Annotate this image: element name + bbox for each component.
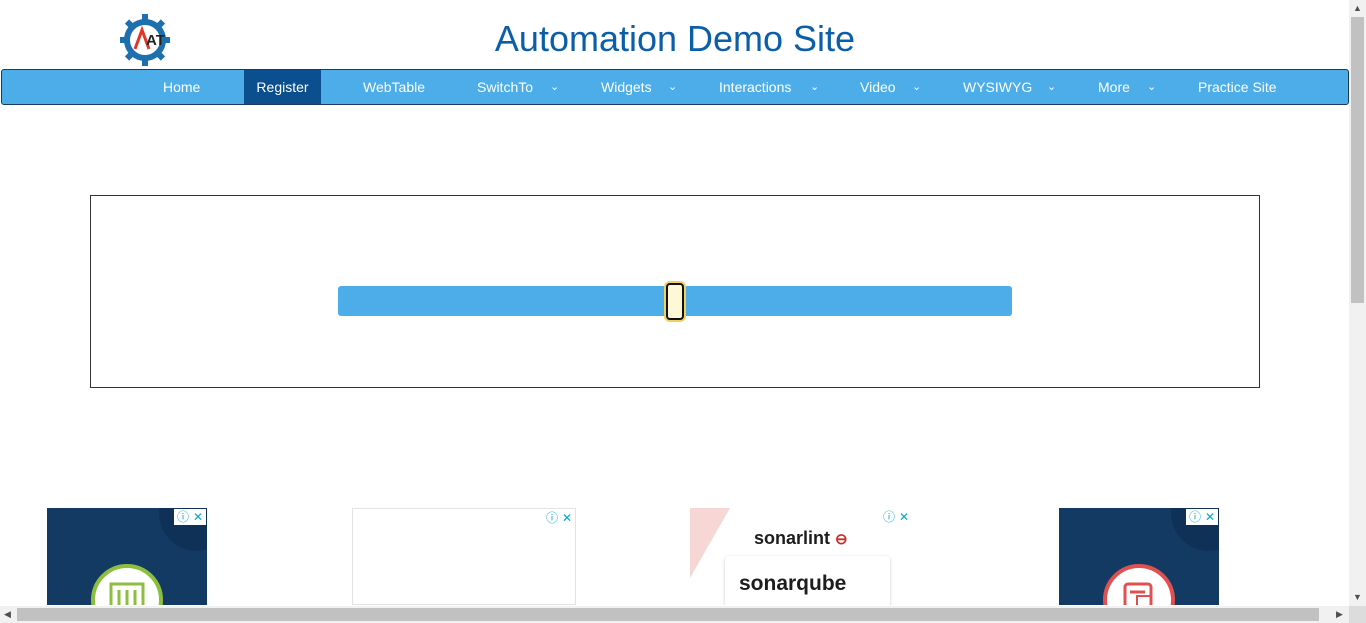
- scroll-down-icon[interactable]: ▼: [1353, 592, 1362, 602]
- nav-item-label: Practice Site: [1198, 79, 1277, 95]
- sonarlint-icon: ⊖: [835, 531, 848, 548]
- chevron-down-icon: ⌄: [912, 81, 922, 93]
- ad-controls: ⓘ ✕: [174, 509, 206, 525]
- nav-item-label: WebTable: [363, 79, 426, 95]
- slider-container: [90, 195, 1260, 388]
- close-icon[interactable]: ✕: [1205, 510, 1215, 524]
- sonarqube-brand: sonarqube: [739, 572, 847, 595]
- main-navbar: Home Register WebTable SwitchTo ⌄ Widget…: [1, 69, 1349, 105]
- page-title: Automation Demo Site: [494, 18, 856, 59]
- nav-item-label: SwitchTo: [477, 79, 534, 95]
- chevron-down-icon: ⌄: [1047, 81, 1057, 93]
- nav-item-label: Home: [163, 79, 201, 95]
- nav-item-webtable[interactable]: WebTable: [363, 70, 425, 104]
- scroll-up-icon[interactable]: ▲: [1353, 3, 1362, 13]
- vertical-scrollbar[interactable]: ▲ ▼: [1349, 0, 1366, 606]
- ad-controls: ⓘ ✕: [880, 509, 912, 525]
- chevron-down-icon: ⌄: [1147, 81, 1157, 93]
- nav-item-interactions[interactable]: Interactions ⌄: [719, 70, 824, 104]
- horizontal-scroll-thumb[interactable]: [17, 608, 1319, 621]
- nav-item-label: Interactions: [719, 79, 792, 95]
- nav-item-widgets[interactable]: Widgets ⌄: [601, 70, 681, 104]
- sonarlint-brand: sonarlint ⊖: [754, 528, 848, 548]
- info-icon[interactable]: ⓘ: [1189, 510, 1201, 524]
- scrollbar-corner: [1349, 606, 1366, 623]
- vertical-scroll-thumb[interactable]: [1351, 17, 1364, 303]
- slider-handle[interactable]: [666, 283, 684, 320]
- nav-item-register[interactable]: Register: [244, 70, 321, 104]
- nav-item-practice-site[interactable]: Practice Site: [1198, 70, 1277, 104]
- ad-controls: ⓘ ✕: [1186, 509, 1218, 525]
- scroll-right-icon[interactable]: ▶: [1336, 609, 1343, 620]
- close-icon[interactable]: ✕: [899, 510, 909, 524]
- horizontal-scrollbar[interactable]: ◀ ▶: [0, 606, 1349, 623]
- ad-banner[interactable]: sonarlint ⊖ sonarqube ⓘ ✕: [690, 508, 914, 605]
- chevron-down-icon: ⌄: [550, 81, 560, 93]
- info-icon[interactable]: ⓘ: [883, 510, 895, 524]
- nav-item-label: WYSIWYG: [963, 79, 1033, 95]
- scroll-left-icon[interactable]: ◀: [4, 609, 11, 620]
- nav-item-video[interactable]: Video ⌄: [860, 70, 925, 104]
- chevron-down-icon: ⌄: [810, 81, 820, 93]
- ad-banner[interactable]: ⓘ ✕: [352, 508, 576, 605]
- info-icon[interactable]: ⓘ: [177, 510, 189, 524]
- nav-item-label: Widgets: [601, 79, 652, 95]
- close-icon[interactable]: ✕: [562, 511, 572, 525]
- nav-item-wysiwyg[interactable]: WYSIWYG ⌄: [963, 70, 1060, 104]
- ad-banner[interactable]: ⓘ ✕: [47, 508, 207, 605]
- info-icon[interactable]: ⓘ: [546, 511, 558, 525]
- close-icon[interactable]: ✕: [193, 510, 203, 524]
- ad-controls: ⓘ ✕: [543, 510, 575, 526]
- nav-item-more[interactable]: More ⌄: [1098, 70, 1158, 104]
- sonarqube-card: sonarqube: [725, 556, 890, 605]
- ad-banner[interactable]: ⓘ ✕: [1059, 508, 1219, 605]
- nav-item-switchto[interactable]: SwitchTo ⌄: [477, 70, 567, 104]
- nav-item-label: Register: [256, 79, 309, 95]
- nav-item-home[interactable]: Home: [163, 70, 200, 104]
- chevron-down-icon: ⌄: [668, 81, 678, 93]
- nav-item-label: More: [1098, 79, 1130, 95]
- nav-item-label: Video: [860, 79, 896, 95]
